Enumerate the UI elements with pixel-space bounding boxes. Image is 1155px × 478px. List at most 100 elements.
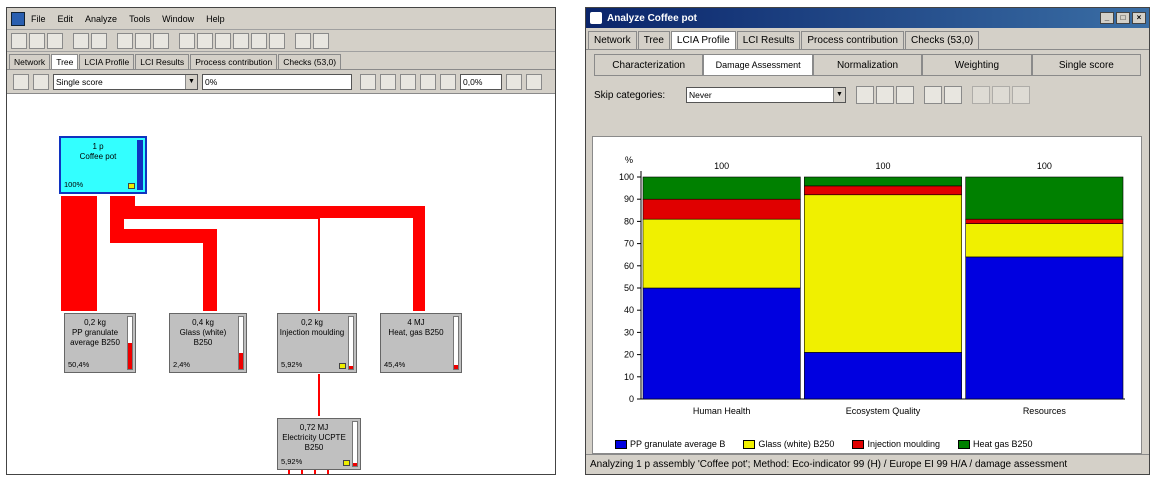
tab-tree[interactable]: Tree xyxy=(637,31,670,49)
node-coffee-pot-bar xyxy=(137,140,143,190)
y-tick-label: 40 xyxy=(624,305,634,315)
subtab-damage-assessment[interactable]: Damage Assessment xyxy=(703,54,813,76)
open-icon[interactable] xyxy=(29,32,45,49)
cutoff-percent-field[interactable]: 0,0% xyxy=(460,73,502,90)
node-injection-moulding[interactable]: 0,2 kg Injection moulding 5,92% xyxy=(277,313,357,373)
sum-icon[interactable] xyxy=(360,73,376,90)
node-electricity[interactable]: 0,72 MJ Electricity UCPTE B250 5,92% xyxy=(277,418,361,470)
pointer-icon[interactable] xyxy=(13,73,29,90)
menu-help[interactable]: Help xyxy=(206,14,225,24)
tab-network[interactable]: Network xyxy=(9,54,51,69)
settings-icon[interactable] xyxy=(1012,86,1030,104)
app-icon xyxy=(11,11,25,26)
y-tick-label: 80 xyxy=(624,216,634,226)
bar-chart-icon[interactable] xyxy=(400,73,416,90)
node-injection-marker xyxy=(339,363,346,369)
indicator-icon[interactable] xyxy=(440,73,456,90)
grouped-bar-icon[interactable] xyxy=(924,86,942,104)
menu-file[interactable]: File xyxy=(31,14,46,24)
y-tick-label: 20 xyxy=(624,350,634,360)
tree-icon[interactable] xyxy=(233,32,249,49)
print-icon[interactable] xyxy=(73,32,89,49)
tab-network[interactable]: Network xyxy=(588,31,637,49)
print-preview-icon[interactable] xyxy=(91,32,107,49)
tab-lcia-profile[interactable]: LCIA Profile xyxy=(670,31,736,49)
tab-lci-results[interactable]: LCI Results xyxy=(736,31,801,49)
help-icon[interactable] xyxy=(313,32,329,49)
node-gas-name: Heat, gas B250 xyxy=(388,328,444,337)
menu-tools[interactable]: Tools xyxy=(129,14,150,24)
subtab-strip: Characterization Damage Assessment Norma… xyxy=(586,50,1149,80)
cutoff-field[interactable]: 0% xyxy=(202,73,352,90)
table-icon[interactable] xyxy=(876,86,894,104)
tab-process-contribution[interactable]: Process contribution xyxy=(190,54,278,69)
paste-icon[interactable] xyxy=(153,32,169,49)
node-coffee-pot-pct: 100% xyxy=(64,180,84,189)
bar-segment xyxy=(965,176,1124,220)
node-coffee-pot-marker xyxy=(128,183,135,189)
menu-edit[interactable]: Edit xyxy=(58,14,74,24)
flow-gas xyxy=(123,196,425,311)
menu-window[interactable]: Window xyxy=(162,14,194,24)
legend-item: Injection moulding xyxy=(852,439,940,449)
layout-icon[interactable] xyxy=(526,73,542,90)
maximize-icon[interactable]: □ xyxy=(1116,12,1130,24)
new-icon[interactable] xyxy=(11,32,27,49)
node-coffee-pot[interactable]: 1 p Coffee pot 100% xyxy=(59,136,147,194)
close-icon[interactable]: × xyxy=(1132,12,1146,24)
copy-icon[interactable] xyxy=(135,32,151,49)
zoom-icon[interactable] xyxy=(33,73,49,90)
legend-item: Heat gas B250 xyxy=(957,439,1033,449)
percent-icon[interactable] xyxy=(380,73,396,90)
node-glass[interactable]: 0,4 kg Glass (white) B250 2,4% xyxy=(169,313,247,373)
legend-label: PP granulate average B xyxy=(630,439,726,449)
subtab-normalization[interactable]: Normalization xyxy=(812,54,923,76)
chart-icon[interactable] xyxy=(251,32,267,49)
node-injection-pct: 5,92% xyxy=(281,360,303,369)
toolbar-separator xyxy=(287,33,293,49)
status-bar: Analyzing 1 p assembly 'Coffee pot'; Met… xyxy=(586,454,1149,474)
network-window: File Edit Analyze Tools Window Help Netw… xyxy=(6,7,556,475)
window-icon[interactable] xyxy=(295,32,311,49)
y-tick-label: 50 xyxy=(624,283,634,293)
save-icon[interactable] xyxy=(47,32,63,49)
spin-icon[interactable] xyxy=(506,73,522,90)
tab-checks[interactable]: Checks (53,0) xyxy=(905,31,980,49)
table-icon[interactable] xyxy=(269,32,285,49)
node-heat-gas[interactable]: 4 MJ Heat, gas B250 45,4% xyxy=(380,313,462,373)
tab-process-contribution[interactable]: Process contribution xyxy=(801,31,904,49)
tab-lci-results[interactable]: LCI Results xyxy=(135,54,190,69)
category-label: Resources xyxy=(1023,406,1067,416)
chevron-down-icon: ▼ xyxy=(833,88,845,102)
legend-swatch xyxy=(743,439,756,449)
analyze-icon[interactable] xyxy=(179,32,195,49)
node-gas-pct: 45,4% xyxy=(384,360,406,369)
cut-icon[interactable] xyxy=(117,32,133,49)
compare-icon[interactable] xyxy=(197,32,213,49)
tab-tree[interactable]: Tree xyxy=(51,54,79,69)
stacked-bar-icon[interactable] xyxy=(944,86,962,104)
subtab-characterization[interactable]: Characterization xyxy=(594,54,704,76)
tab-lcia-profile[interactable]: LCIA Profile xyxy=(79,54,135,69)
bar-chart-icon[interactable] xyxy=(856,86,874,104)
node-glass-bar xyxy=(238,316,244,370)
indicator-select[interactable]: Single score ▼ xyxy=(53,73,198,90)
copy-icon[interactable] xyxy=(972,86,990,104)
export-icon[interactable] xyxy=(992,86,1010,104)
node-injection-amount: 0,2 kg xyxy=(301,318,323,327)
subtab-single-score[interactable]: Single score xyxy=(1031,54,1142,76)
tab-checks[interactable]: Checks (53,0) xyxy=(278,54,342,69)
network-icon[interactable] xyxy=(215,32,231,49)
node-gas-bar-fill xyxy=(454,364,458,369)
log-icon[interactable] xyxy=(420,73,436,90)
skip-categories-select[interactable]: Never ▼ xyxy=(686,87,846,103)
tree-chart-icon[interactable] xyxy=(896,86,914,104)
subtab-weighting[interactable]: Weighting xyxy=(922,54,1032,76)
node-pp-granulate[interactable]: 0,2 kg PP granulate average B250 50,4% xyxy=(64,313,136,373)
bar-total-label: 100 xyxy=(875,161,890,171)
y-tick-label: 0 xyxy=(629,394,634,404)
skip-categories-value: Never xyxy=(689,90,712,100)
node-glass-bar-fill xyxy=(239,353,243,369)
menu-analyze[interactable]: Analyze xyxy=(85,14,117,24)
minimize-icon[interactable]: _ xyxy=(1100,12,1114,24)
